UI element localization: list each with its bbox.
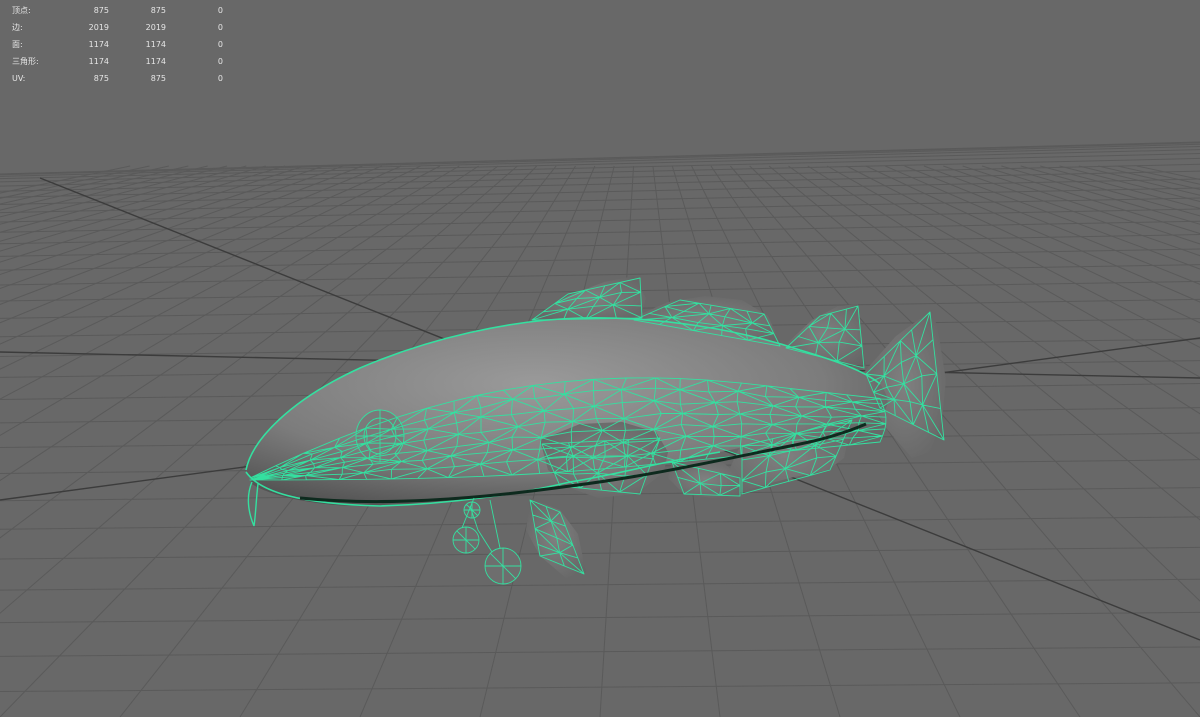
grid-line <box>0 165 189 211</box>
wire-edge <box>452 526 480 554</box>
hud-value: 1174 <box>145 57 166 66</box>
wire-edge <box>484 547 522 585</box>
ventral-fin <box>668 460 742 498</box>
grid-line <box>0 516 1200 530</box>
grid-line <box>1078 165 1200 196</box>
grid-line <box>0 646 1200 657</box>
wire-edge <box>463 501 481 519</box>
hud-label: 三角形: <box>12 57 39 66</box>
fish-mesh[interactable] <box>245 276 946 585</box>
grid-line <box>0 143 1200 176</box>
mesh-shaded-surface <box>246 276 946 584</box>
grid-line <box>943 165 1200 257</box>
grid-line <box>0 197 1200 223</box>
hud-value: 875 <box>93 6 109 15</box>
grid-line <box>0 165 228 225</box>
grid-line <box>0 578 1200 591</box>
poly-count-hud: 顶点: 875 875 0 边: 2019 2019 0 面: 1174 1174 0 三角形: 1174… <box>12 2 227 87</box>
hud-value: 0 <box>217 57 223 66</box>
grid-line <box>0 234 1200 257</box>
hud-label: UV: <box>12 74 26 83</box>
hud-label: 边: <box>12 23 23 32</box>
viewport-scene[interactable]: 顶点: 875 875 0 边: 2019 2019 0 面: 1174 1174 0 三角形: 1174… <box>0 0 1200 717</box>
hud-value: 0 <box>217 40 223 49</box>
grid-line <box>962 165 1200 245</box>
grid-line <box>788 165 1200 461</box>
grid-line <box>0 546 1200 560</box>
grid-line <box>981 165 1200 235</box>
grid-line <box>0 248 1200 271</box>
hud-value: 0 <box>217 6 223 15</box>
grid-line <box>807 165 1200 415</box>
wire-edge <box>355 409 405 463</box>
grid-line <box>0 208 1200 233</box>
grid-line <box>0 165 150 199</box>
grid-line <box>904 165 1200 285</box>
hud-row: 三角形: 1174 1174 0 <box>12 53 227 70</box>
hud-label: 顶点: <box>12 6 31 15</box>
hud-row: UV: 875 875 0 <box>12 70 227 87</box>
hud-value: 875 <box>150 6 166 15</box>
grid-line <box>0 165 169 205</box>
hud-label: 面: <box>12 40 23 49</box>
hud-row: 面: 1174 1174 0 <box>12 36 227 53</box>
3d-viewport[interactable]: 顶点: 875 875 0 边: 2019 2019 0 面: 1174 1174 0 三角形: 1174… <box>0 0 1200 717</box>
hud-value: 1174 <box>88 57 109 66</box>
hud-value: 0 <box>217 74 223 83</box>
hud-value: 1174 <box>145 40 166 49</box>
hud-value: 875 <box>93 74 109 83</box>
grid-line <box>1001 165 1200 225</box>
grid-line <box>0 165 247 233</box>
grid-line <box>1039 165 1200 209</box>
grid-line <box>0 142 1200 175</box>
hud-row: 顶点: 875 875 0 <box>12 2 227 19</box>
hud-value: 1174 <box>88 40 109 49</box>
grid-line <box>0 149 1200 180</box>
grid-line <box>0 165 266 242</box>
hud-value: 2019 <box>145 23 166 32</box>
hud-value: 0 <box>217 23 223 32</box>
grid-line <box>0 611 1200 624</box>
grid-line <box>0 165 208 218</box>
hud-value: 875 <box>150 74 166 83</box>
hud-row: 边: 2019 2019 0 <box>12 19 227 36</box>
grid-line <box>0 682 1200 693</box>
wire-edge <box>247 481 259 527</box>
hud-value: 2019 <box>88 23 109 32</box>
